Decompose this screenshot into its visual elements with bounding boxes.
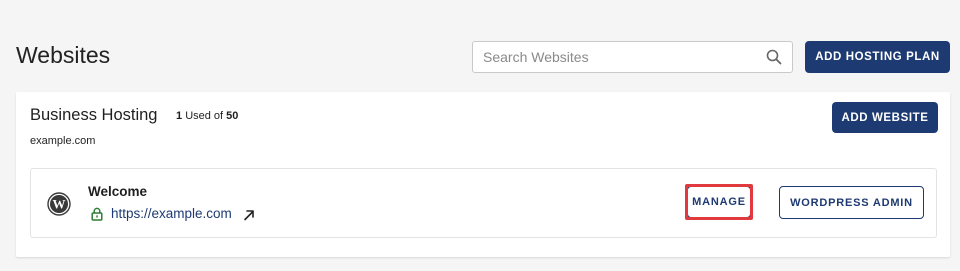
used-text: Used of xyxy=(185,110,224,122)
wordpress-admin-button[interactable]: WORDPRESS ADMIN xyxy=(779,186,924,219)
hosting-plan-card: Business Hosting 1 Used of 50 example.co… xyxy=(16,92,950,257)
add-website-button[interactable]: ADD WEBSITE xyxy=(832,102,938,133)
plan-usage: 1 Used of 50 xyxy=(176,110,238,122)
page-title: Websites xyxy=(16,42,111,68)
search-input[interactable] xyxy=(473,42,758,72)
wordpress-icon: W xyxy=(47,192,71,216)
site-title: Welcome xyxy=(88,184,148,199)
site-url-link[interactable]: https://example.com xyxy=(111,206,232,221)
search-box[interactable] xyxy=(472,41,793,73)
svg-text:W: W xyxy=(53,197,66,212)
plan-name: Business Hosting xyxy=(30,106,158,124)
search-icon[interactable] xyxy=(766,49,782,65)
plan-domain: example.com xyxy=(30,135,96,147)
lock-icon xyxy=(91,207,103,221)
site-row: W Welcome https://example.com MANAGE WOR… xyxy=(30,168,937,238)
external-link-icon[interactable] xyxy=(243,209,255,221)
total-count: 50 xyxy=(226,110,239,122)
add-hosting-plan-button[interactable]: ADD HOSTING PLAN xyxy=(805,41,950,73)
manage-button[interactable]: MANAGE xyxy=(687,186,751,218)
used-count: 1 xyxy=(176,110,183,122)
